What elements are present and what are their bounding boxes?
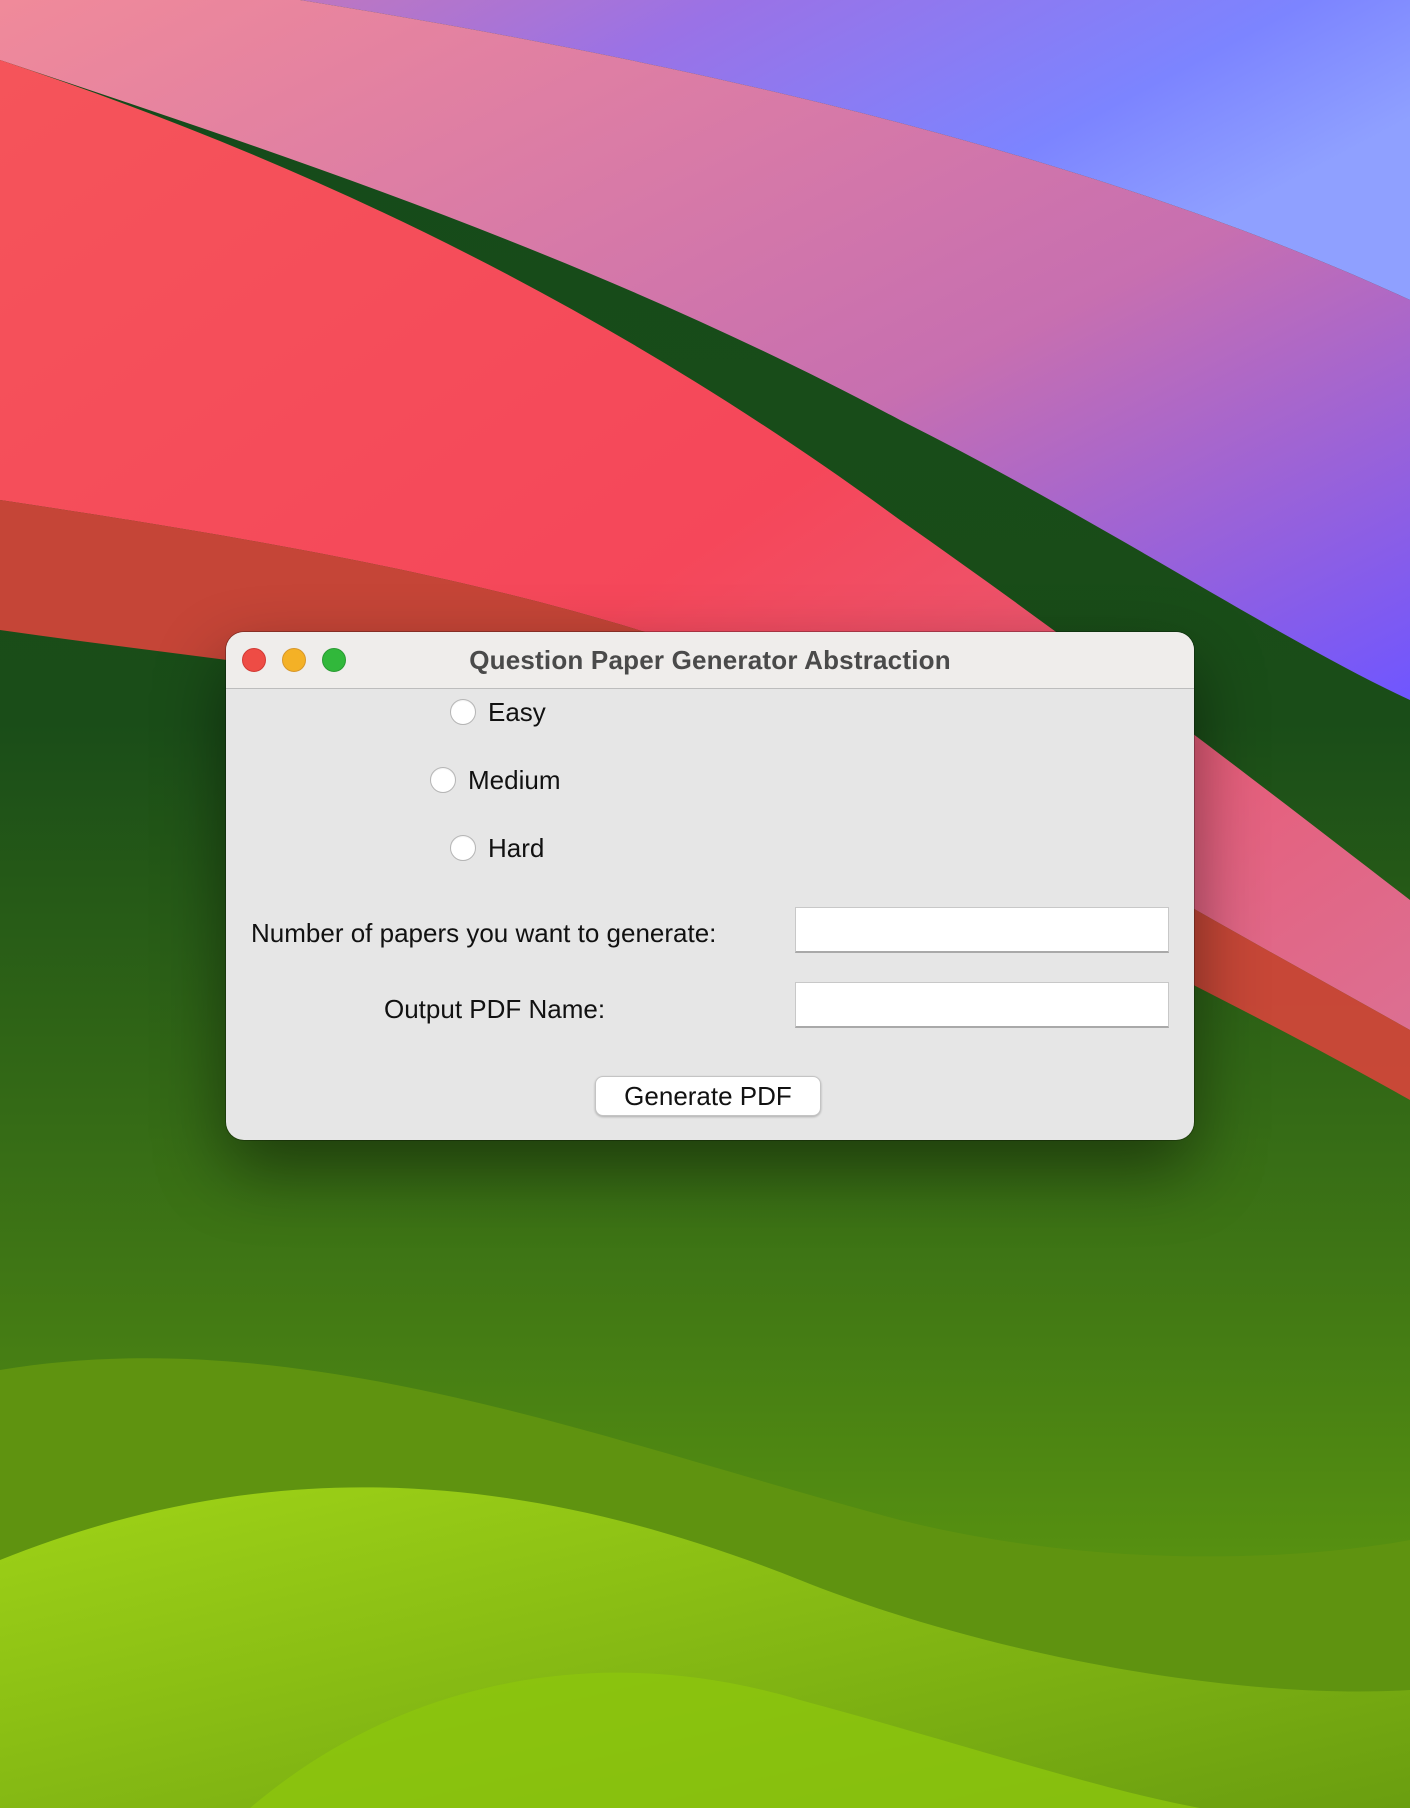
output-name-input[interactable] [795,982,1169,1028]
radio-medium[interactable]: Medium [430,760,560,800]
desktop: Question Paper Generator Abstraction Eas… [0,0,1410,1808]
radio-hard-label: Hard [488,832,545,863]
num-papers-label: Number of papers you want to generate: [251,918,717,948]
radio-hard[interactable]: Hard [450,828,544,868]
radio-hard-circle[interactable] [450,835,476,861]
output-name-label: Output PDF Name: [384,994,606,1024]
title-bar[interactable]: Question Paper Generator Abstraction [226,632,1194,689]
radio-easy-label: Easy [488,696,546,727]
num-papers-input[interactable] [795,907,1169,953]
generate-pdf-button[interactable]: Generate PDF [595,1076,821,1116]
radio-medium-label: Medium [468,764,561,795]
radio-easy-circle[interactable] [450,699,476,725]
radio-easy[interactable]: Easy [450,692,546,732]
window-title: Question Paper Generator Abstraction [469,645,951,675]
radio-medium-circle[interactable] [430,767,456,793]
app-window: Question Paper Generator Abstraction Eas… [226,632,1194,1140]
